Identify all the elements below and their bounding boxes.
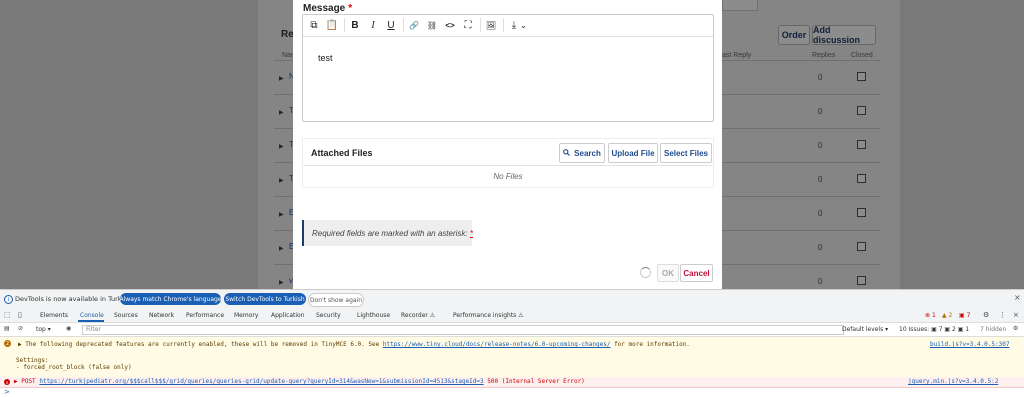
upload-file-button[interactable]: Upload File (608, 143, 658, 163)
tinymce-docs-link[interactable]: https://www.tiny.cloud/docs/release-note… (383, 341, 611, 348)
tab-sources[interactable]: Sources (114, 312, 138, 319)
tab-security[interactable]: Security (316, 312, 341, 319)
unlink-icon[interactable]: ⛓ (425, 18, 439, 32)
match-language-button[interactable]: Always match Chrome's language (120, 293, 222, 305)
image-icon[interactable]: 🖼 (484, 18, 498, 32)
error-message: ▶ POST https://turkjpediatr.org/$$$call$… (14, 378, 585, 385)
devtools-infobar: i DevTools is now available in Turkish! … (0, 289, 1024, 310)
warning-setting-item: - forced_root_block (false only) (16, 364, 132, 371)
toolbar-divider (503, 18, 504, 32)
tab-lighthouse[interactable]: Lighthouse (357, 312, 390, 319)
ok-button[interactable]: OK (657, 264, 679, 282)
chevron-down-icon[interactable]: ⌄ (519, 18, 528, 32)
error-source-link[interactable]: jquery.min.js?v=3.4.0.5:2 (908, 378, 998, 385)
context-select[interactable]: top ▾ (36, 326, 51, 333)
devtools-panel: i DevTools is now available in Turkish! … (0, 289, 1024, 397)
warning-count: 2 (948, 312, 953, 319)
notice-asterisk: * (469, 229, 473, 238)
device-toolbar-icon[interactable]: ▯ (18, 311, 22, 319)
required-fields-notice: Required fields are marked with an aster… (302, 220, 473, 246)
error-count-badge[interactable]: ⊗ 1 (925, 312, 936, 319)
close-icon[interactable]: × (1014, 293, 1021, 302)
notice-text: Required fields are marked with an aster… (312, 229, 473, 238)
tab-performance-insights[interactable]: Performance insights ⚠ (453, 312, 524, 319)
console-warning-row[interactable]: 2 ▶ The following deprecated features ar… (0, 337, 1024, 378)
warning-settings-label: Settings: (16, 357, 49, 364)
message-label-text: Message (303, 3, 346, 14)
required-asterisk: * (348, 3, 353, 14)
paste-icon[interactable]: 📋 (325, 18, 339, 32)
tab-recorder[interactable]: Recorder ⚠ (401, 312, 435, 319)
console-filter-input[interactable]: Filter (82, 325, 844, 335)
console-prompt[interactable]: > (4, 388, 10, 396)
hidden-messages-count: 7 hidden (980, 326, 1007, 333)
bold-icon[interactable]: B (348, 18, 362, 32)
message-label: Message * (303, 3, 352, 14)
cancel-button[interactable]: Cancel (680, 264, 713, 282)
warning-message: ▶ The following deprecated features are … (18, 341, 690, 348)
eye-icon[interactable]: ◉ (66, 325, 71, 332)
console-error-row[interactable]: × ▶ POST https://turkjpediatr.org/$$$cal… (0, 377, 1024, 388)
toolbar-divider (480, 18, 481, 32)
editor-content[interactable]: test (318, 53, 333, 63)
console-settings-gear-icon[interactable]: ⚙ (1013, 325, 1018, 332)
infobar-text: DevTools is now available in Turkish! (15, 295, 134, 303)
editor-toolbar: ⧉ 📋 B I U 🔗 ⛓ <> ⛶ 🖼 ⤓ ⌄ (303, 15, 713, 37)
issue-count-badge[interactable]: ▣ 7 (959, 312, 970, 319)
settings-gear-icon[interactable]: ⚙ (983, 311, 989, 319)
tab-elements[interactable]: Elements (40, 312, 68, 319)
dont-show-again-button[interactable]: Don't show again (308, 293, 364, 307)
active-tab-indicator (78, 320, 104, 322)
copy-icon[interactable]: ⧉ (307, 18, 321, 32)
code-icon[interactable]: <> (443, 18, 457, 32)
tab-application[interactable]: Application (271, 312, 305, 319)
toolbar-divider (403, 18, 404, 32)
tab-memory[interactable]: Memory (234, 312, 258, 319)
request-url-link[interactable]: https://turkjpediatr.org/$$$call$$$/grid… (39, 378, 483, 385)
info-icon: i (4, 295, 13, 304)
loading-spinner-icon (640, 267, 651, 278)
files-divider (303, 165, 713, 166)
error-count: 1 (931, 312, 936, 319)
warning-count-badge[interactable]: ▲ 2 (942, 312, 952, 319)
log-levels-select[interactable]: Default levels ▾ (842, 326, 888, 333)
error-icon: × (4, 379, 10, 385)
error-text-before: ▶ POST (14, 378, 36, 385)
switch-language-button[interactable]: Switch DevTools to Turkish (224, 293, 306, 305)
message-editor[interactable]: ⧉ 📋 B I U 🔗 ⛓ <> ⛶ 🖼 ⤓ ⌄ test (302, 14, 714, 122)
issues-counter[interactable]: 10 Issues: ▣ 7 ▣ 2 ▣ 1 (899, 326, 969, 333)
search-files-label: Search (574, 148, 601, 158)
underline-icon[interactable]: U (384, 18, 398, 32)
devtools-tabbar: ⬚ ▯ Elements Console Sources Network Per… (0, 309, 1024, 323)
console-filterbar: ▤ ⊘ top ▾ ◉ Filter Default levels ▾ 10 I… (0, 323, 1024, 337)
italic-icon[interactable]: I (366, 18, 380, 32)
inspect-element-icon[interactable]: ⬚ (4, 311, 11, 319)
query-modal: Message * ⧉ 📋 B I U 🔗 ⛓ <> ⛶ 🖼 ⤓ ⌄ test A… (293, 0, 722, 289)
warning-source-link[interactable]: build.js?v=3.4.0.5:307 (930, 341, 1009, 348)
toolbar-divider (344, 18, 345, 32)
search-icon (563, 148, 570, 158)
issue-count: 7 (966, 312, 971, 319)
more-options-icon[interactable]: ⋮ (999, 311, 1006, 319)
sidebar-toggle-icon[interactable]: ▤ (4, 325, 10, 332)
select-files-button[interactable]: Select Files (660, 143, 712, 163)
attached-files-panel: Attached Files Search Upload File Select… (302, 138, 714, 188)
warning-text-after: for more information. (614, 341, 690, 348)
notice-message: Required fields are marked with an aster… (312, 229, 468, 238)
tab-console[interactable]: Console (80, 312, 104, 319)
clear-console-icon[interactable]: ⊘ (18, 325, 23, 332)
error-text-after: 500 (Internal Server Error) (487, 378, 585, 385)
attached-files-title: Attached Files (311, 148, 373, 158)
close-devtools-icon[interactable]: × (1013, 311, 1019, 319)
warning-text-before: ▶ The following deprecated features are … (18, 341, 380, 348)
search-files-button[interactable]: Search (559, 143, 605, 163)
link-icon[interactable]: 🔗 (407, 18, 421, 32)
tab-network[interactable]: Network (149, 312, 174, 319)
fullscreen-icon[interactable]: ⛶ (461, 18, 475, 32)
warning-count-icon: 2 (4, 340, 11, 347)
tab-performance[interactable]: Performance (186, 312, 224, 319)
no-files-text: No Files (493, 172, 523, 181)
